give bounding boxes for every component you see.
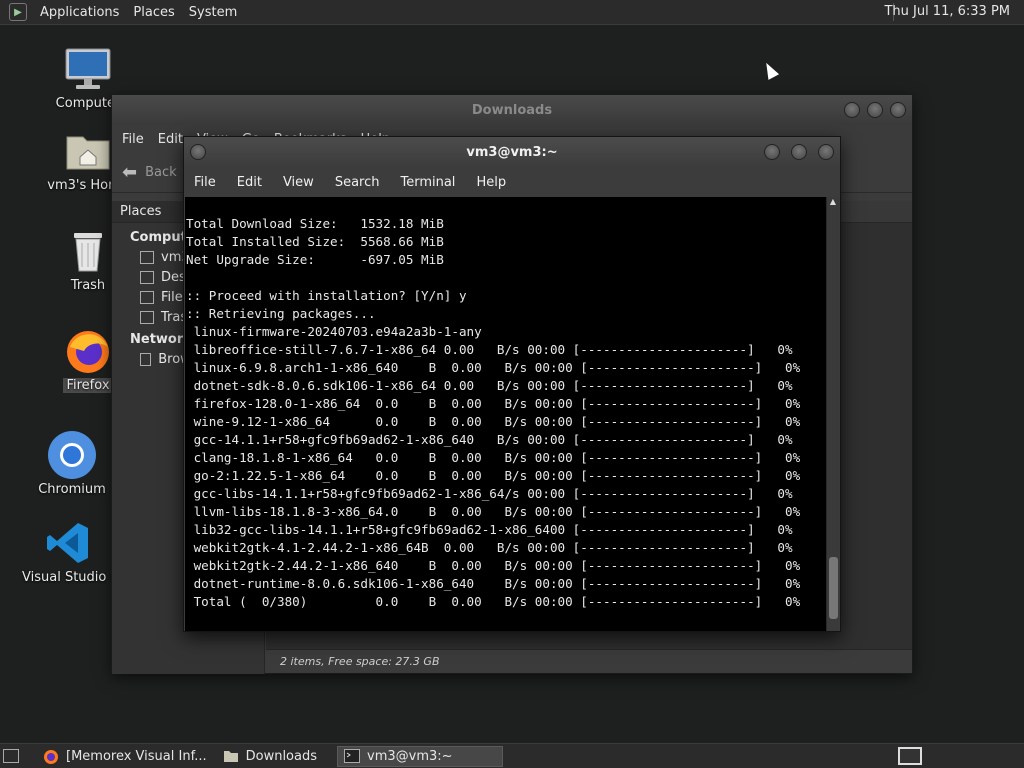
terminal-titlebar[interactable]: vm3@vm3:~	[184, 137, 840, 167]
chromium-icon	[47, 430, 97, 480]
desktop-icon-chromium[interactable]: Chromium	[24, 430, 120, 497]
menu-file[interactable]: File	[194, 175, 216, 190]
back-arrow-icon: ⬅	[122, 162, 138, 183]
mouse-cursor-icon	[760, 60, 780, 80]
maximize-button[interactable]	[791, 144, 807, 160]
file-manager-titlebar[interactable]: Downloads	[112, 95, 912, 125]
terminal-line: dotnet-runtime-8.0.6.sdk106-1-x86_640 B/…	[186, 576, 801, 591]
terminal-line: Total ( 0/380) 0.0 B 0.00 B/s 00:00 [---…	[186, 594, 801, 609]
terminal-line: Net Upgrade Size: -697.05 MiB	[186, 252, 444, 267]
taskbar-item-label: vm3@vm3:~	[367, 748, 453, 764]
terminal-line: gcc-libs-14.1.1+r58+gfc9fb69ad62-1-x86_6…	[186, 486, 793, 501]
status-bar: 2 items, Free space: 27.3 GB	[266, 649, 912, 673]
show-desktop-icon[interactable]	[3, 749, 19, 763]
terminal-line: linux-firmware-20240703.e94a2a3b-1-any	[186, 324, 482, 339]
terminal-scrollbar[interactable]: ▲	[826, 197, 839, 631]
scrollbar-thumb[interactable]	[829, 557, 838, 619]
menu-terminal[interactable]: Terminal	[400, 175, 455, 190]
terminal-line: lib32-gcc-libs-14.1.1+r58+gfc9fb69ad62-1…	[186, 522, 793, 537]
minimize-button[interactable]	[844, 102, 860, 118]
terminal-line: libreoffice-still-7.6.7-1-x86_64 0.00 B/…	[186, 342, 793, 357]
desktop-icon	[140, 271, 154, 284]
bottom-panel: [Memorex Visual Inf... Downloads vm3@vm3…	[0, 743, 1024, 768]
menu-places[interactable]: Places	[126, 5, 181, 20]
terminal-window: vm3@vm3:~ File Edit View Search Terminal…	[183, 136, 841, 632]
firefox-icon	[63, 326, 113, 376]
menu-view[interactable]: View	[283, 175, 314, 190]
menu-edit[interactable]: Edit	[237, 175, 262, 190]
menu-system[interactable]: System	[182, 5, 244, 20]
terminal-line: :: Retrieving packages...	[186, 306, 376, 321]
desktop-icon-label: Visual Studio Code	[22, 570, 114, 585]
terminal-line: linux-6.9.8.arch1-1-x86_640 B 0.00 B/s 0…	[186, 360, 801, 375]
home-folder-icon	[63, 126, 113, 176]
taskbar-item-downloads[interactable]: Downloads	[217, 746, 323, 767]
terminal-line: gcc-14.1.1+r58+gfc9fb69ad62-1-x86_640 B/…	[186, 432, 793, 447]
scroll-up-icon[interactable]: ▲	[827, 197, 839, 209]
terminal-line: wine-9.12-1-x86_64 0.0 B 0.00 B/s 00:00 …	[186, 414, 801, 429]
firefox-icon	[43, 749, 59, 764]
trash-icon	[140, 311, 154, 324]
close-button[interactable]	[818, 144, 834, 160]
terminal-line: Total Download Size: 1532.18 MiB	[186, 216, 444, 231]
menu-edit[interactable]: Edit	[158, 132, 183, 147]
top-panel: ▶ Applications Places System Thu Jul 11,…	[0, 0, 1024, 25]
network-icon	[140, 353, 152, 366]
taskbar-item-label: [Memorex Visual Inf...	[66, 748, 207, 764]
home-icon	[140, 251, 154, 264]
terminal-output[interactable]: Total Download Size: 1532.18 MiB Total In…	[185, 197, 826, 631]
close-button[interactable]	[890, 102, 906, 118]
menu-file[interactable]: File	[122, 132, 144, 147]
distro-logo-icon[interactable]: ▶	[9, 3, 27, 21]
terminal-line: go-2:1.22.5-1-x86_64 0.0 B 0.00 B/s 00:0…	[186, 468, 801, 483]
computer-icon	[63, 44, 113, 94]
desktop-icon-vscode[interactable]: Visual Studio Code	[22, 518, 114, 585]
taskbar-item-label: Downloads	[245, 748, 318, 764]
terminal-line: webkit2gtk-4.1-2.44.2-1-x86_64B 0.00 B/s…	[186, 540, 793, 555]
drive-icon	[140, 291, 154, 304]
window-title: vm3@vm3:~	[466, 144, 558, 160]
clock[interactable]: Thu Jul 11, 6:33 PM	[884, 4, 1010, 19]
taskbar-item-firefox[interactable]: [Memorex Visual Inf...	[37, 746, 213, 767]
terminal-line: clang-18.1.8-1-x86_64 0.0 B 0.00 B/s 00:…	[186, 450, 801, 465]
menu-applications[interactable]: Applications	[33, 5, 126, 20]
window-menu-button[interactable]	[190, 144, 206, 160]
minimize-button[interactable]	[764, 144, 780, 160]
maximize-button[interactable]	[867, 102, 883, 118]
terminal-line: Total Installed Size: 5568.66 MiB	[186, 234, 444, 249]
terminal-line: firefox-128.0-1-x86_64 0.0 B 0.00 B/s 00…	[186, 396, 801, 411]
menu-search[interactable]: Search	[335, 175, 380, 190]
menu-help[interactable]: Help	[476, 175, 506, 190]
terminal-icon	[344, 749, 361, 763]
terminal-line: dotnet-sdk-8.0.6.sdk106-1-x86_64 0.00 B/…	[186, 378, 793, 393]
terminal-line: webkit2gtk-2.44.2-1-x86_640 B 0.00 B/s 0…	[186, 558, 801, 573]
folder-icon	[223, 749, 239, 763]
workspace-switcher[interactable]	[898, 747, 922, 765]
vscode-icon	[43, 518, 93, 568]
desktop-icon-label: Firefox	[63, 378, 113, 393]
window-title: Downloads	[471, 102, 553, 118]
taskbar-item-terminal[interactable]: vm3@vm3:~	[337, 745, 504, 767]
trash-icon	[63, 226, 113, 276]
back-button[interactable]: ⬅ Back	[122, 162, 177, 183]
desktop-icon-label: Chromium	[38, 482, 106, 497]
terminal-menubar: File Edit View Search Terminal Help	[184, 167, 840, 197]
terminal-line: :: Proceed with installation? [Y/n] y	[186, 288, 467, 303]
terminal-line: llvm-libs-18.1.8-3-x86_64.0 B 0.00 B/s 0…	[186, 504, 801, 519]
back-label: Back	[145, 165, 177, 180]
